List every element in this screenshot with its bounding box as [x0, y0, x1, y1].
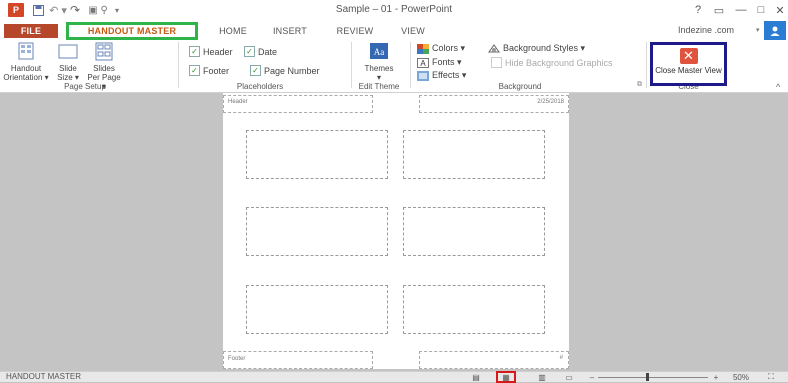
svg-text:A: A: [420, 59, 426, 68]
minimize-icon[interactable]: —: [734, 2, 748, 18]
footer-checkbox[interactable]: ✓ Footer: [189, 65, 229, 76]
close-master-view-label: Close Master View: [655, 66, 722, 75]
slide-size-label: Slide Size ▾: [57, 64, 79, 82]
page-number-checkbox[interactable]: ✓ Page Number: [250, 65, 320, 76]
background-styles-label: Background Styles ▾: [503, 43, 586, 53]
checkmark-icon: ✓: [250, 65, 261, 76]
status-bar: HANDOUT MASTER ▤ ▦ ▥ ▭ – + 50% ⛶: [0, 371, 788, 383]
header-checkbox[interactable]: ✓ Header: [189, 46, 233, 57]
colors-button[interactable]: Colors ▾: [417, 43, 465, 54]
ribbon-tabs: FILE HANDOUT MASTER HOME INSERT REVIEW V…: [0, 21, 788, 41]
group-divider: [646, 42, 647, 88]
tab-home[interactable]: HOME: [210, 23, 256, 38]
close-master-view-button[interactable]: ✕ Close Master View: [650, 42, 727, 86]
group-divider: [178, 42, 179, 88]
footer-placeholder[interactable]: Footer: [223, 351, 373, 369]
header-placeholder[interactable]: Header: [223, 95, 373, 113]
slide-size-icon: [58, 44, 78, 59]
tab-view[interactable]: VIEW: [393, 23, 433, 38]
fonts-label: Fonts ▾: [432, 57, 462, 67]
handout-orientation-icon: [18, 42, 34, 60]
date-checkbox-label: Date: [258, 46, 278, 57]
background-styles-icon: [488, 43, 500, 52]
header-checkbox-label: Header: [203, 46, 233, 57]
themes-icon: Aa: [370, 43, 388, 59]
colors-icon: [417, 43, 429, 54]
checkmark-icon: ✓: [244, 46, 255, 57]
close-window-icon[interactable]: ✕: [774, 2, 786, 18]
handout-workspace: Header 2/25/2018 Footer #: [0, 93, 788, 371]
help-icon[interactable]: ?: [692, 2, 704, 18]
footer-placeholder-text: Footer: [228, 356, 246, 362]
background-styles-button[interactable]: Background Styles ▾: [488, 43, 585, 54]
handout-master-view-icon[interactable]: ▦: [496, 371, 516, 383]
slide-thumbnail-placeholder[interactable]: [403, 207, 545, 256]
zoom-slider-thumb[interactable]: [646, 373, 649, 381]
slide-thumbnail-placeholder[interactable]: [246, 207, 388, 256]
account-name[interactable]: Indezine .com: [678, 25, 734, 35]
footer-checkbox-label: Footer: [203, 65, 230, 76]
page-number-placeholder-text: #: [559, 355, 563, 361]
checkbox-icon: [491, 57, 502, 68]
slide-thumbnail-placeholder[interactable]: [403, 130, 545, 179]
header-placeholder-text: Header: [228, 99, 248, 105]
slide-thumbnail-placeholder[interactable]: [403, 285, 545, 334]
date-placeholder[interactable]: 2/25/2018: [419, 95, 569, 113]
checkmark-icon: ✓: [189, 46, 200, 57]
slide-thumbnail-placeholder[interactable]: [246, 285, 388, 334]
colors-label: Colors ▾: [432, 43, 466, 53]
group-label-edit-theme: Edit Theme: [358, 82, 400, 91]
handout-page: Header 2/25/2018 Footer #: [223, 93, 569, 369]
group-label-background: Background: [498, 82, 542, 91]
svg-text:Aa: Aa: [374, 47, 385, 57]
slide-size-button[interactable]: Slide Size ▾: [52, 42, 84, 82]
close-master-view-icon: ✕: [679, 48, 698, 64]
fonts-button[interactable]: A Fonts ▾: [417, 57, 462, 68]
window-title: Sample – 01 - PowerPoint: [335, 4, 453, 15]
title-bar: P ↶ ▾ ↷ ▣ ⚲ ▾ Sample – 01 - PowerPoint ?…: [0, 0, 788, 21]
effects-button[interactable]: Effects ▾: [417, 70, 466, 81]
page-number-checkbox-label: Page Number: [264, 65, 320, 76]
date-checkbox[interactable]: ✓ Date: [244, 46, 277, 57]
group-label-page-setup: Page Setup: [64, 82, 106, 91]
themes-button[interactable]: Aa Themes ▾: [356, 42, 402, 82]
handout-orientation-button[interactable]: Handout Orientation ▾: [2, 42, 50, 82]
account-caret-icon[interactable]: ▾: [756, 26, 760, 34]
slides-per-page-icon: [95, 42, 113, 61]
maximize-icon[interactable]: □: [754, 2, 768, 18]
tab-file[interactable]: FILE: [4, 24, 58, 38]
hide-background-graphics-checkbox[interactable]: Hide Background Graphics: [491, 57, 613, 68]
tab-insert[interactable]: INSERT: [265, 23, 315, 38]
checkmark-icon: ✓: [189, 65, 200, 76]
group-divider: [410, 42, 411, 88]
slide-thumbnail-placeholder[interactable]: [246, 130, 388, 179]
ribbon-display-options-icon[interactable]: ▭: [712, 2, 726, 18]
fonts-icon: A: [417, 57, 429, 68]
avatar[interactable]: [764, 21, 786, 40]
effects-icon: [417, 70, 429, 81]
tab-handout-master[interactable]: HANDOUT MASTER: [66, 22, 198, 40]
dialog-launcher-icon[interactable]: ⧉: [637, 81, 642, 89]
tab-review[interactable]: REVIEW: [330, 23, 380, 38]
handout-orientation-label: Handout Orientation ▾: [3, 64, 49, 82]
themes-dropdown-icon: ▾: [376, 73, 381, 82]
effects-label: Effects ▾: [432, 70, 467, 80]
collapse-ribbon-icon[interactable]: ^: [776, 82, 780, 92]
group-label-placeholders: Placeholders: [236, 82, 284, 91]
hide-background-graphics-label: Hide Background Graphics: [505, 57, 613, 68]
themes-label: Themes: [364, 64, 394, 73]
date-placeholder-text: 2/25/2018: [537, 99, 564, 105]
page-number-placeholder[interactable]: #: [419, 351, 569, 369]
zoom-slider[interactable]: [598, 377, 708, 378]
